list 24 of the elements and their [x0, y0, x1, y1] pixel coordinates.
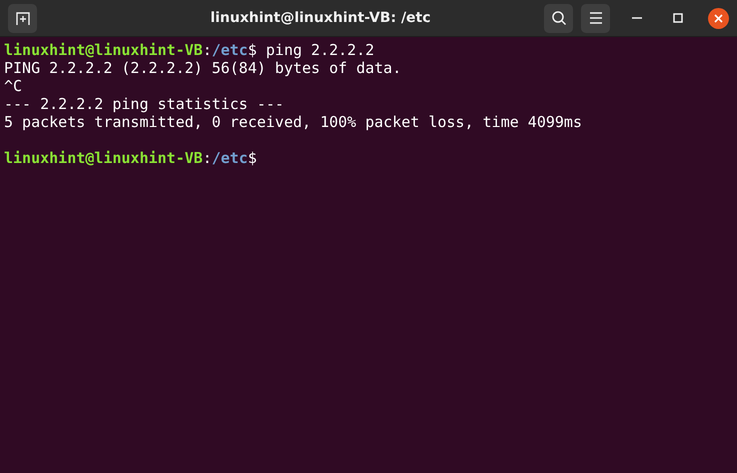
output-line: PING 2.2.2.2 (2.2.2.2) 56(84) bytes of data.: [4, 59, 402, 77]
maximize-icon: [672, 13, 682, 23]
prompt-separator: :: [202, 41, 212, 59]
new-tab-button[interactable]: [8, 4, 37, 32]
prompt-separator: :: [202, 149, 212, 167]
menu-icon: [588, 12, 602, 24]
window-title: linuxhint@linuxhint-VB: /etc: [209, 10, 432, 26]
prompt-path: /etc: [212, 149, 248, 167]
output-line: 5 packets transmitted, 0 received, 100% packet loss, time 4099ms: [4, 113, 582, 131]
new-tab-icon: [14, 10, 30, 26]
close-button[interactable]: [708, 8, 729, 28]
prompt-symbol: $: [248, 149, 257, 167]
output-line: --- 2.2.2.2 ping statistics ---: [4, 95, 284, 113]
prompt-user: linuxhint@linuxhint-VB: [4, 149, 203, 167]
search-button[interactable]: [544, 4, 573, 32]
prompt-path: /etc: [212, 41, 248, 59]
menu-button[interactable]: [581, 4, 610, 32]
output-line: ^C: [4, 77, 22, 95]
prompt-user: linuxhint@linuxhint-VB: [4, 41, 203, 59]
prompt-symbol: $: [248, 41, 257, 59]
minimize-icon: [632, 17, 642, 19]
close-icon: [714, 14, 723, 22]
search-icon: [550, 10, 566, 26]
command-text: ping 2.2.2.2: [264, 41, 374, 59]
